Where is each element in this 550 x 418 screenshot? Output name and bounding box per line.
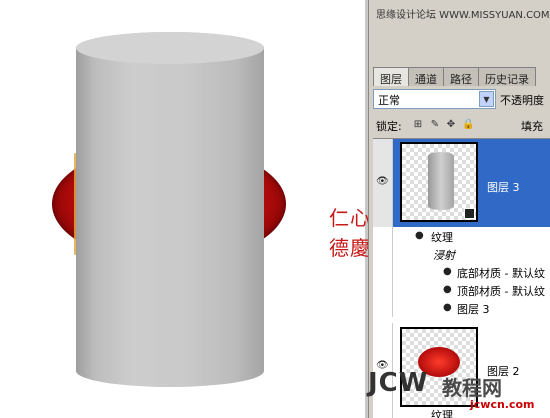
effect-label: 底部材质 - 默认纹 — [457, 267, 545, 280]
effect-label: 纹理 — [431, 231, 453, 244]
layer-2-effect-label: 纹理 — [431, 409, 453, 418]
effect-label: 图层 3 — [457, 303, 490, 316]
lock-brush-icon[interactable]: ✎ — [429, 119, 441, 131]
watermark-url: jcwcn.com — [470, 398, 535, 411]
eye-icon[interactable]: ● — [443, 266, 452, 277]
layer-3-thumbnail — [400, 142, 478, 222]
panel-tabs: 图层 通道 路径 历史记录 — [373, 67, 536, 86]
effect-row-clip[interactable]: 浸射 — [373, 245, 550, 263]
fill-label: 填充 — [521, 120, 543, 133]
lock-row: 锁定: ⊞ ✎ ✥ 🔒 填充 — [376, 118, 548, 136]
blend-mode-value: 正常 — [378, 94, 400, 107]
tab-history[interactable]: 历史记录 — [478, 67, 536, 86]
watermark-cn: 教程网 — [442, 376, 502, 400]
eye-icon[interactable]: 👁 — [376, 176, 389, 187]
opacity-label: 不透明度 — [500, 94, 544, 107]
effect-row-texture[interactable]: ● 纹理 — [373, 227, 550, 245]
cylinder-shape — [76, 32, 264, 387]
canvas[interactable] — [0, 0, 368, 418]
chevron-down-icon[interactable]: ▼ — [479, 91, 494, 107]
tab-layers[interactable]: 图层 — [373, 67, 409, 86]
visibility-column: 👁 — [373, 139, 393, 227]
cylinder-top — [76, 32, 264, 64]
effect-label: 顶部材质 - 默认纹 — [457, 285, 545, 298]
watermark-logo: JCW — [368, 368, 429, 398]
site-watermark-text: 思缘设计论坛 WWW.MISSYUAN.COM — [376, 10, 550, 21]
effect-row-bottom-material[interactable]: ● 底部材质 - 默认纹 — [373, 263, 550, 281]
lock-label: 锁定: — [376, 120, 402, 133]
eye-icon[interactable]: ● — [415, 230, 424, 241]
tab-paths[interactable]: 路径 — [443, 67, 479, 86]
smart-object-icon — [464, 208, 475, 219]
eye-icon[interactable]: ● — [443, 284, 452, 295]
effect-row-top-material[interactable]: ● 顶部材质 - 默认纹 — [373, 281, 550, 299]
lock-move-icon[interactable]: ✥ — [445, 119, 457, 131]
lock-all-icon[interactable]: 🔒 — [462, 119, 474, 131]
blend-row: 正常 ▼ 不透明度 — [373, 89, 550, 109]
eye-icon[interactable]: ● — [443, 302, 452, 313]
layer-row-3[interactable]: 👁 图层 3 — [373, 139, 550, 227]
tab-channels[interactable]: 通道 — [408, 67, 444, 86]
blend-mode-select[interactable]: 正常 ▼ — [373, 89, 496, 109]
thumbnail-cylinder — [428, 152, 454, 210]
effect-label: 浸射 — [433, 249, 455, 262]
lock-transparent-icon[interactable]: ⊞ — [412, 119, 424, 131]
layer-3-name: 图层 3 — [487, 181, 520, 194]
effect-row-layer3[interactable]: ● 图层 3 — [373, 299, 550, 317]
